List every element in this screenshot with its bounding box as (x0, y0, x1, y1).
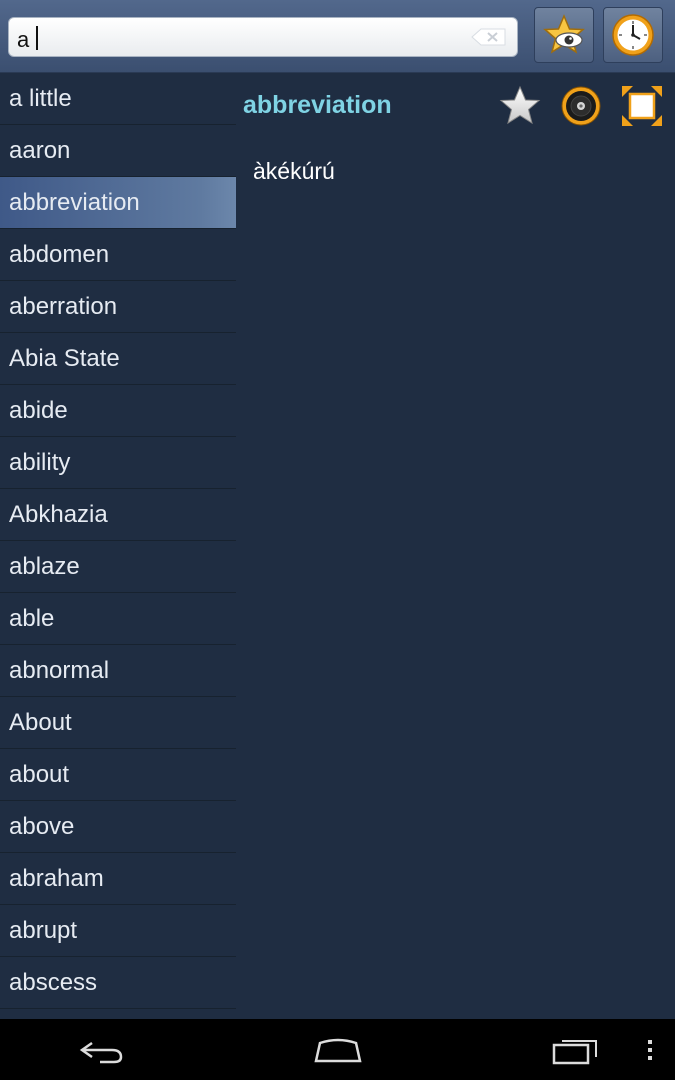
overflow-menu-icon[interactable] (644, 1033, 656, 1067)
star-icon[interactable] (498, 84, 542, 128)
list-item[interactable]: aberration (0, 281, 236, 333)
list-item[interactable]: a little (0, 73, 236, 125)
star-eye-icon (543, 14, 585, 54)
speaker-icon[interactable] (559, 84, 603, 128)
list-item[interactable]: able (0, 593, 236, 645)
list-item[interactable]: above (0, 801, 236, 853)
history-button[interactable] (603, 7, 663, 63)
list-item[interactable]: Abia State (0, 333, 236, 385)
list-item[interactable]: abscess (0, 957, 236, 1009)
top-bar: a (0, 0, 675, 73)
list-item[interactable]: aaron (0, 125, 236, 177)
word-list[interactable]: a little aaron abbreviation abdomen aber… (0, 73, 236, 1019)
clock-icon (612, 14, 654, 56)
translation-text: àkékúrú (253, 158, 335, 184)
list-item[interactable]: abraham (0, 853, 236, 905)
list-item[interactable]: abnormal (0, 645, 236, 697)
list-item[interactable]: ablaze (0, 541, 236, 593)
list-item[interactable]: abrupt (0, 905, 236, 957)
list-item[interactable]: ability (0, 437, 236, 489)
fullscreen-icon[interactable] (620, 84, 664, 128)
navigation-bar (0, 1019, 675, 1080)
back-icon[interactable] (78, 1033, 126, 1067)
recent-apps-icon[interactable] (550, 1033, 600, 1067)
list-item[interactable]: about (0, 749, 236, 801)
entry-title: abbreviation (243, 91, 392, 119)
list-item[interactable]: About (0, 697, 236, 749)
text-caret (36, 26, 38, 50)
list-item[interactable]: abbreviation (0, 177, 236, 229)
list-item[interactable]: Abkhazia (0, 489, 236, 541)
search-input-value: a (17, 27, 30, 52)
search-input[interactable]: a (8, 17, 518, 57)
list-item[interactable]: abide (0, 385, 236, 437)
list-item[interactable]: abdomen (0, 229, 236, 281)
clear-icon[interactable] (471, 28, 507, 46)
favorites-button[interactable] (534, 7, 594, 63)
home-icon[interactable] (312, 1033, 364, 1067)
